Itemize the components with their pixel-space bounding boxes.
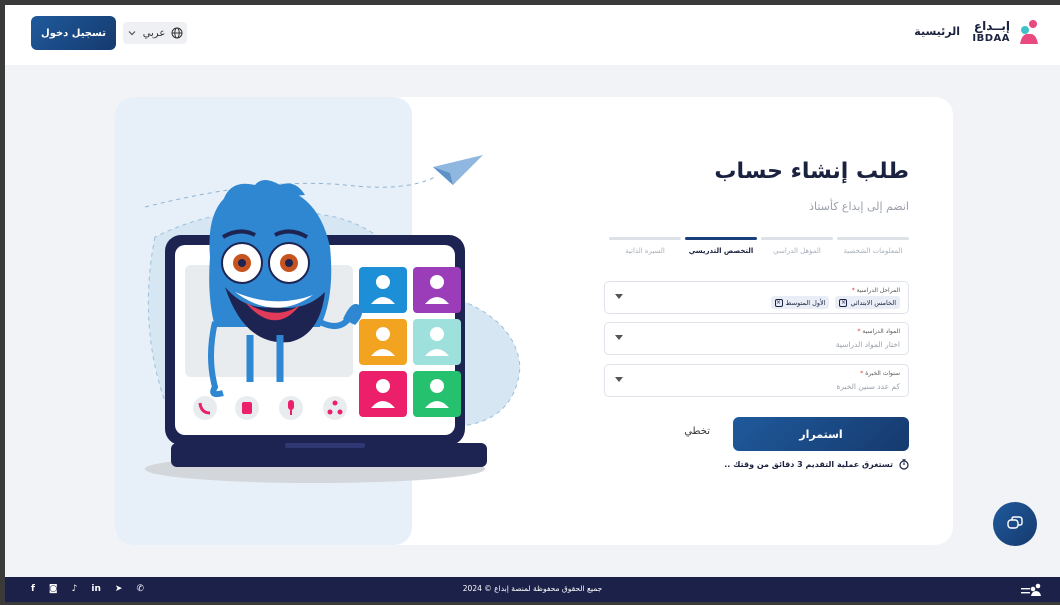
nav-home-link[interactable]: الرئيسية: [914, 25, 960, 38]
step-qualification[interactable]: المؤهل الدراسي: [761, 237, 833, 267]
app-frame: إبــداع IBDAA الرئيسية تسجيل دخول عربي ط…: [5, 5, 1060, 602]
stages-select[interactable]: * المراحل الدراسية الخامس الابتدائي × ال…: [604, 281, 909, 314]
chevron-down-icon[interactable]: [615, 335, 623, 340]
chevron-down-icon[interactable]: [615, 377, 623, 382]
subjects-placeholder: اختار المواد الدراسية: [835, 340, 900, 349]
time-note-text: تستغرق عملية التقديم 3 دقائق من وقتك ..: [724, 460, 893, 469]
brand-name-en: IBDAA: [972, 33, 1010, 44]
experience-select[interactable]: * سنوات الخبرة كم عدد سنين الخبرة: [604, 364, 909, 397]
globe-icon: [171, 27, 183, 39]
login-button[interactable]: تسجيل دخول: [31, 16, 116, 50]
subjects-label: المواد الدراسية: [862, 328, 900, 335]
experience-label: سنوات الخبرة: [865, 370, 900, 377]
progress-steps: المعلومات الشخصية المؤهل الدراسي التخصص …: [609, 237, 909, 267]
copyright-text: جميع الحقوق محفوظة لمنصة إبداع © 2024: [462, 584, 603, 593]
remove-chip-icon[interactable]: ×: [839, 298, 848, 307]
stages-label: المراحل الدراسية: [856, 287, 900, 294]
selected-stages: الخامس الابتدائي × الأول المتوسط ×: [770, 296, 900, 309]
footer-logo: [1020, 582, 1042, 601]
chat-button[interactable]: [993, 502, 1037, 546]
stage-chip[interactable]: الأول المتوسط ×: [770, 296, 830, 309]
step-teaching-specialty[interactable]: التخصص التدريسي: [685, 237, 757, 267]
stopwatch-icon: [899, 459, 909, 470]
brand-name-ar: إبــداع: [973, 19, 1010, 33]
logo-mark-icon: [1021, 583, 1041, 596]
chevron-down-icon: [128, 31, 136, 36]
registration-card: طلب إنشاء حساب انضم إلى إبداع كأستاذ الم…: [115, 97, 953, 545]
remove-chip-icon[interactable]: ×: [774, 298, 783, 307]
experience-placeholder: كم عدد سنين الخبرة: [836, 382, 900, 391]
time-note: تستغرق عملية التقديم 3 دقائق من وقتك ..: [724, 459, 909, 470]
logo-mark-icon: [1020, 20, 1038, 44]
language-label: عربي: [142, 27, 166, 39]
step-personal-info[interactable]: المعلومات الشخصية: [837, 237, 909, 267]
step-cv[interactable]: السيرة الذاتية: [609, 237, 681, 267]
stage-chip[interactable]: الخامس الابتدائي ×: [835, 296, 900, 309]
footer: f ◙ ♪ in ➤ ✆ جميع الحقوق محفوظة لمنصة إب…: [5, 577, 1060, 602]
page-subtitle: انضم إلى إبداع كأستاذ: [809, 200, 909, 213]
teacher-illustration: [144, 155, 521, 483]
subjects-select[interactable]: * المواد الدراسية اختار المواد الدراسية: [604, 322, 909, 355]
chevron-down-icon[interactable]: [615, 294, 623, 299]
continue-button[interactable]: استمرار: [733, 417, 909, 451]
skip-button[interactable]: تخطي: [684, 426, 710, 437]
language-selector[interactable]: عربي: [123, 22, 187, 44]
page-title: طلب إنشاء حساب: [714, 159, 909, 184]
top-navbar: إبــداع IBDAA الرئيسية تسجيل دخول عربي: [5, 5, 1060, 65]
chat-icon: [1007, 516, 1023, 529]
illustration-panel: [115, 97, 521, 545]
brand-logo[interactable]: إبــداع IBDAA: [972, 19, 1040, 45]
